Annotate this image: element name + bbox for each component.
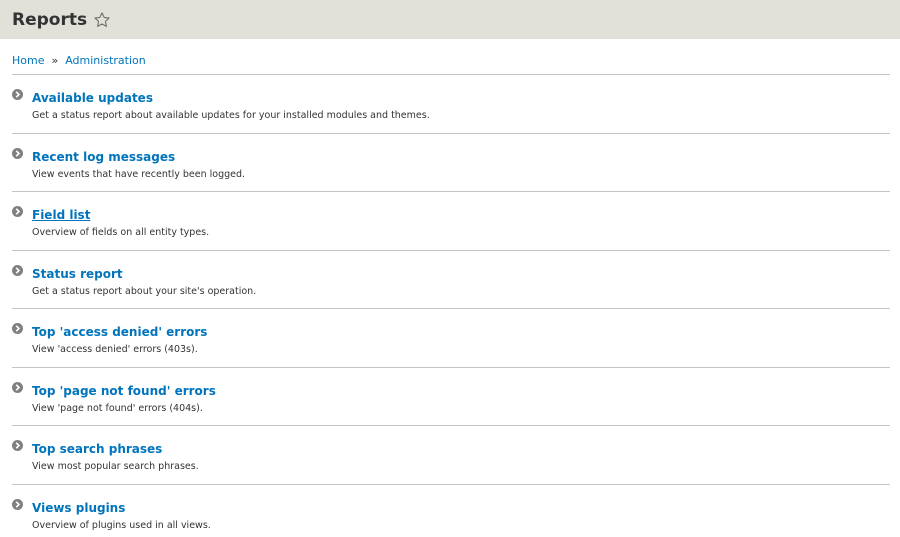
report-link-page-not-found-errors[interactable]: Top 'page not found' errors — [32, 383, 216, 399]
list-item: Top 'page not found' errors View 'page n… — [12, 368, 890, 426]
breadcrumb-link-administration[interactable]: Administration — [65, 54, 146, 67]
report-link-field-list[interactable]: Field list — [32, 207, 90, 223]
arrow-circle-icon — [12, 381, 23, 393]
report-link-access-denied-errors[interactable]: Top 'access denied' errors — [32, 324, 207, 340]
report-description: View 'access denied' errors (403s). — [32, 344, 198, 355]
arrow-circle-icon — [12, 264, 23, 276]
star-outline-icon[interactable] — [93, 11, 111, 29]
arrow-circle-icon — [12, 323, 23, 334]
list-item: Status report Get a status report about … — [12, 251, 890, 309]
report-link-top-search-phrases[interactable]: Top search phrases — [32, 441, 162, 457]
report-link-available-updates[interactable]: Available updates — [32, 90, 153, 106]
report-link-recent-log-messages[interactable]: Recent log messages — [32, 149, 175, 165]
report-description: Overview of plugins used in all views. — [32, 519, 211, 531]
breadcrumb: Home » Administration — [0, 39, 900, 74]
page-title: Reports — [12, 9, 88, 30]
breadcrumb-separator: » — [47, 54, 62, 67]
report-link-status-report[interactable]: Status report — [32, 266, 123, 282]
arrow-circle-icon — [12, 147, 23, 159]
list-item: Field list Overview of fields on all ent… — [12, 192, 890, 251]
list-item: Top search phrases View most popular sea… — [12, 426, 890, 485]
arrow-circle-icon — [12, 89, 23, 100]
breadcrumb-link-home[interactable]: Home — [12, 54, 44, 67]
arrow-circle-icon — [12, 440, 23, 451]
arrow-circle-icon — [12, 206, 23, 217]
report-description: Get a status report about available upda… — [32, 110, 430, 121]
report-description: View events that have recently been logg… — [32, 168, 246, 180]
report-description: Overview of fields on all entity types. — [32, 227, 210, 238]
page-header: Reports — [0, 0, 900, 39]
report-description: Get a status report about your site's op… — [32, 285, 257, 297]
list-item: Views plugins Overview of plugins used i… — [12, 485, 890, 537]
list-item: Recent log messages View events that hav… — [12, 134, 890, 192]
arrow-circle-icon — [12, 498, 23, 510]
report-description: View most popular search phrases. — [32, 461, 199, 472]
report-link-views-plugins[interactable]: Views plugins — [32, 500, 125, 516]
list-item: Top 'access denied' errors View 'access … — [12, 309, 890, 368]
reports-list: Available updates Get a status report ab… — [12, 74, 890, 537]
list-item: Available updates Get a status report ab… — [12, 75, 890, 134]
report-description: View 'page not found' errors (404s). — [32, 402, 203, 414]
